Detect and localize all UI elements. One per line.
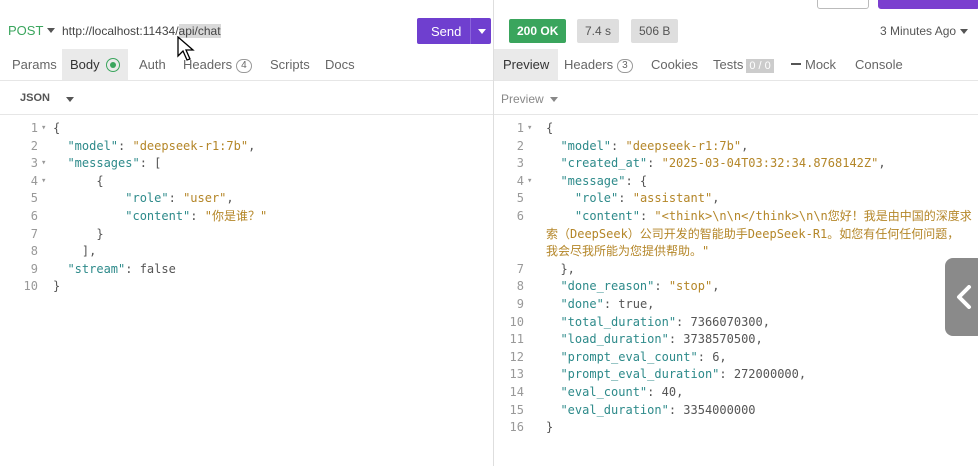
- chevron-left-icon: [957, 285, 971, 309]
- code-text: {: [53, 121, 61, 135]
- code-text: {: [546, 121, 554, 135]
- line-number: 5: [516, 191, 524, 206]
- line-number: 16: [509, 420, 524, 435]
- response-tabs: Preview Headers 3 Cookies Tests 0 / 0 Mock…: [494, 49, 978, 81]
- request-tabs: Params Body Auth Headers 4 Scripts Docs: [0, 49, 493, 81]
- code-text: },: [546, 261, 575, 276]
- fold-icon[interactable]: ▾: [41, 154, 49, 172]
- code-text: 索（DeepSeek）公司开发的智能助手DeepSeek-R1。如您有任何任何问…: [546, 226, 960, 241]
- line-number: 2: [516, 138, 524, 153]
- line-number: 9: [30, 261, 38, 276]
- code-text: }: [53, 226, 104, 241]
- status-badge: 200 OK: [509, 19, 567, 43]
- preview-mode-bar: Preview: [494, 82, 978, 115]
- tab-console[interactable]: Console: [855, 49, 903, 80]
- request-pane: POST http://localhost:11434/api/chat Sen…: [0, 0, 494, 466]
- code-text: "done_reason": "stop",: [560, 279, 720, 294]
- fold-icon[interactable]: ▾: [527, 172, 535, 190]
- tab-response-headers[interactable]: Headers 3: [564, 49, 633, 80]
- line-number: 7: [516, 261, 524, 276]
- line-number: 11: [509, 332, 524, 347]
- line-number: 8: [516, 279, 524, 294]
- line-number: 1: [516, 121, 524, 135]
- code-text: "role": "assistant",: [574, 191, 720, 206]
- history-select[interactable]: 3 Minutes Ago: [880, 24, 956, 38]
- code-text: }: [546, 420, 554, 435]
- tab-mock[interactable]: Mock: [791, 49, 836, 80]
- code-text: "message": {: [560, 173, 648, 188]
- code-text: "content": "<think>\n\n</think>\n\n您好！我是…: [574, 209, 972, 223]
- line-number: 2: [30, 138, 38, 153]
- fold-icon[interactable]: ▾: [41, 119, 49, 137]
- code-text: ],: [53, 244, 97, 259]
- tab-body[interactable]: Body: [62, 49, 128, 80]
- tab-cookies[interactable]: Cookies: [651, 49, 698, 80]
- line-number: 12: [509, 349, 524, 364]
- line-number: 3: [516, 156, 524, 171]
- arrow-right-icon: [791, 63, 801, 65]
- preview-mode-select[interactable]: Preview: [501, 92, 544, 106]
- code-text: "eval_count": 40,: [560, 385, 684, 399]
- response-pane: 200 OK 7.4 s 506 B 3 Minutes Ago Preview…: [494, 0, 978, 466]
- tab-headers[interactable]: Headers 4: [183, 49, 252, 80]
- line-number: 14: [509, 385, 524, 399]
- url-input[interactable]: http://localhost:11434/api/chat: [62, 24, 221, 38]
- line-number: 3: [30, 156, 38, 171]
- code-text: 我会尽我所能为您提供帮助。": [546, 244, 710, 259]
- code-text: "model": "deepseek-r1:7b",: [560, 138, 749, 153]
- code-text: "role": "user",: [125, 191, 234, 206]
- chevron-down-icon[interactable]: [960, 29, 968, 34]
- line-number: 4: [516, 173, 524, 188]
- code-text: "done": true,: [560, 297, 655, 311]
- line-number: 9: [516, 297, 524, 311]
- size-badge: 506 B: [631, 19, 679, 43]
- line-number: 10: [23, 279, 38, 294]
- tab-scripts[interactable]: Scripts: [270, 49, 310, 80]
- code-text: "load_duration": 3738570500,: [560, 332, 763, 347]
- body-type-bar: JSON: [0, 82, 493, 115]
- tab-params[interactable]: Params: [12, 49, 57, 80]
- code-text: "created_at": "2025-03-04T03:32:34.87681…: [560, 156, 886, 171]
- code-text: "model": "deepseek-r1:7b",: [67, 138, 256, 153]
- active-dot-icon: [105, 58, 120, 72]
- code-text: "eval_duration": 3354000000: [560, 402, 756, 417]
- line-number: 7: [30, 226, 38, 241]
- tab-auth[interactable]: Auth: [139, 49, 166, 80]
- time-badge: 7.4 s: [577, 19, 620, 43]
- code-text: "messages": [: [67, 156, 162, 171]
- tab-preview[interactable]: Preview: [494, 49, 559, 80]
- line-number: 1: [30, 121, 38, 135]
- line-number: 15: [509, 402, 524, 417]
- line-number: 13: [509, 367, 524, 382]
- code-text: "stream": false: [67, 261, 176, 276]
- chevron-down-icon[interactable]: [66, 97, 74, 102]
- code-text: "prompt_eval_count": 6,: [560, 349, 727, 364]
- method-select[interactable]: POST: [8, 23, 43, 38]
- line-number: 8: [30, 244, 38, 259]
- fold-icon[interactable]: ▾: [527, 119, 535, 137]
- url-bar: POST http://localhost:11434/api/chat Sen…: [0, 14, 493, 48]
- chevron-down-icon[interactable]: [47, 28, 55, 33]
- tab-docs[interactable]: Docs: [325, 49, 355, 80]
- line-number: 6: [516, 209, 524, 223]
- collapse-panel-button[interactable]: [945, 258, 978, 336]
- chevron-down-icon[interactable]: [478, 29, 486, 34]
- tab-tests[interactable]: Tests 0 / 0: [713, 49, 774, 80]
- code-text: {: [53, 173, 104, 188]
- send-button[interactable]: Send: [417, 18, 491, 44]
- line-number: 6: [30, 209, 38, 223]
- code-text: }: [53, 279, 61, 294]
- code-text: "prompt_eval_duration": 272000000,: [560, 367, 807, 382]
- fold-icon[interactable]: ▾: [41, 172, 49, 190]
- line-number: 10: [509, 314, 524, 329]
- code-text: "total_duration": 7366070300,: [560, 314, 770, 329]
- chevron-down-icon[interactable]: [550, 97, 558, 102]
- body-type-select[interactable]: JSON: [20, 92, 50, 104]
- code-text: "content": "你是谁？": [125, 209, 268, 223]
- line-number: 4: [30, 173, 38, 188]
- line-number: 5: [30, 191, 38, 206]
